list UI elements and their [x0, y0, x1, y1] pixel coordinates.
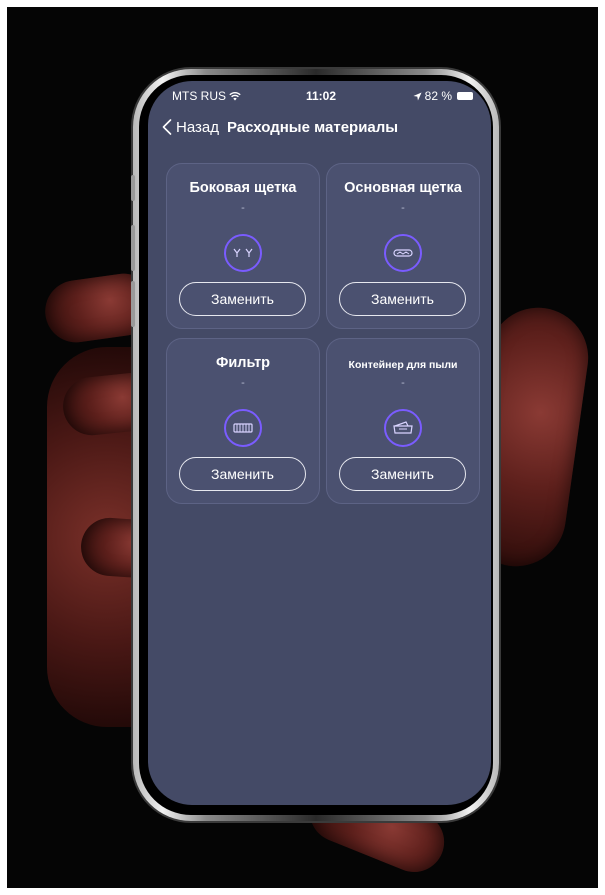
card-title: Контейнер для пыли: [348, 359, 458, 371]
carrier-group: MTS RUS: [172, 89, 241, 103]
volume-up-button: [131, 225, 135, 271]
card-status: -: [241, 377, 245, 389]
clock: 11:02: [306, 89, 337, 103]
carrier-label: MTS RUS: [172, 89, 226, 103]
dust-container-icon: [384, 409, 422, 447]
navigation-bar: Назад Расходные материалы: [162, 115, 481, 139]
card-status: -: [401, 377, 405, 389]
card-status: -: [241, 202, 245, 214]
status-right: 82 %: [413, 89, 473, 103]
back-label: Назад: [176, 118, 219, 136]
consumable-card-dust-container: Контейнер для пыли - Заменить: [326, 338, 480, 504]
card-title: Фильтр: [215, 355, 271, 371]
filter-icon: [224, 409, 262, 447]
page-title: Расходные материалы: [226, 118, 399, 136]
replace-button[interactable]: Заменить: [179, 457, 306, 491]
replace-button[interactable]: Заменить: [339, 457, 466, 491]
replace-button[interactable]: Заменить: [179, 282, 306, 316]
wifi-icon: [229, 91, 241, 101]
app-screen: MTS RUS 11:02 82 % Назад Расходные матер…: [148, 81, 491, 805]
card-title: Боковая щетка: [189, 180, 297, 196]
consumable-card-side-brush: Боковая щетка - Заменить: [166, 163, 320, 329]
mute-switch: [131, 175, 135, 201]
back-button[interactable]: Назад: [162, 119, 219, 136]
consumable-card-main-brush: Основная щетка - Заменить: [326, 163, 480, 329]
card-title: Основная щетка: [344, 180, 462, 196]
replace-button[interactable]: Заменить: [339, 282, 466, 316]
side-brush-icon: [224, 234, 262, 272]
battery-icon: [457, 92, 473, 100]
consumables-grid: Боковая щетка - Заменить Основная щетка …: [166, 163, 480, 504]
battery-percent: 82 %: [424, 89, 452, 103]
photo-background: MTS RUS 11:02 82 % Назад Расходные матер…: [7, 7, 598, 888]
location-arrow-icon: [413, 91, 422, 101]
volume-down-button: [131, 281, 135, 327]
status-bar: MTS RUS 11:02 82 %: [148, 87, 491, 107]
consumable-card-filter: Фильтр - Заменить: [166, 338, 320, 504]
main-brush-icon: [384, 234, 422, 272]
chevron-left-icon: [162, 119, 172, 135]
card-status: -: [401, 202, 405, 214]
